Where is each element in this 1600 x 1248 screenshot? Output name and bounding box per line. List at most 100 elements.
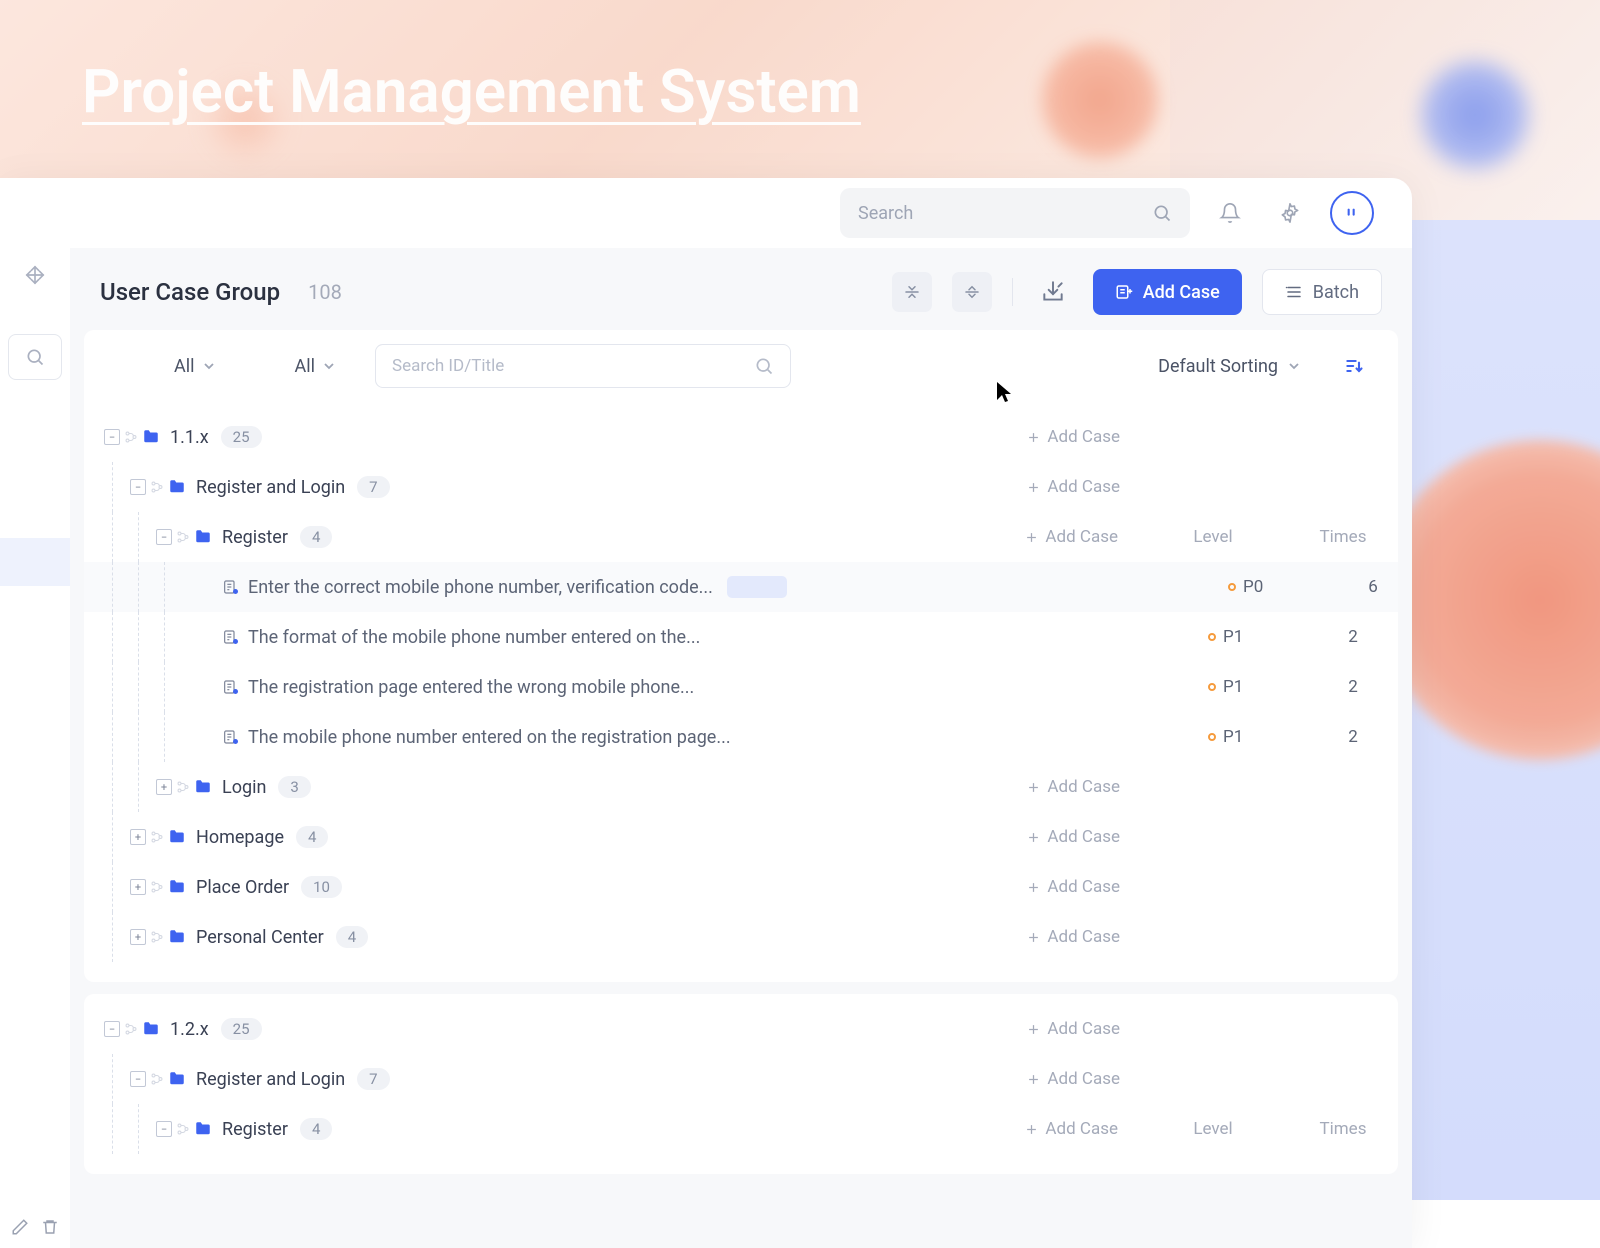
- chevron-down-icon: [323, 360, 335, 372]
- collapse-all-button[interactable]: [892, 272, 932, 312]
- collapse-icon[interactable]: −: [104, 429, 120, 445]
- add-case-link[interactable]: Add Case: [1026, 1069, 1120, 1089]
- branch-icon: [124, 430, 138, 444]
- folder-icon: [142, 428, 160, 446]
- case-title: The format of the mobile phone number en…: [248, 627, 700, 648]
- highlight-tag: [727, 576, 787, 598]
- case-title: The mobile phone number entered on the r…: [248, 727, 731, 748]
- folder-row[interactable]: −1.1.x25Add Case: [104, 412, 1378, 462]
- batch-button[interactable]: Batch: [1262, 269, 1382, 315]
- filter-dropdown-2[interactable]: All: [255, 356, 336, 377]
- add-case-button[interactable]: Add Case: [1093, 269, 1242, 315]
- folder-row[interactable]: + Homepage 4 Add Case: [104, 812, 1378, 862]
- notifications-button[interactable]: [1210, 193, 1250, 233]
- branch-icon: [150, 930, 164, 944]
- settings-button[interactable]: [1270, 193, 1310, 233]
- add-case-link[interactable]: Add Case: [1024, 1119, 1118, 1139]
- page-count: 108: [308, 280, 342, 304]
- folder-row[interactable]: +Place Order10Add Case: [104, 862, 1378, 912]
- add-case-link[interactable]: Add Case: [1026, 477, 1120, 497]
- add-case-link[interactable]: Add Case: [1026, 777, 1120, 797]
- case-row[interactable]: The format of the mobile phone number en…: [104, 612, 1378, 662]
- filter-dropdown-1[interactable]: All: [114, 356, 215, 377]
- collapse-icon[interactable]: −: [130, 1071, 146, 1087]
- folder-icon: [168, 478, 186, 496]
- batch-icon: [1285, 283, 1303, 301]
- branch-icon: [176, 780, 190, 794]
- case-times: 2: [1328, 677, 1378, 697]
- folder-label: Homepage: [196, 827, 284, 848]
- add-case-link[interactable]: Add Case: [1026, 827, 1120, 847]
- folder-icon: [194, 778, 212, 796]
- gutter-search-button[interactable]: [8, 334, 62, 380]
- case-times: 6: [1348, 577, 1398, 597]
- expand-icon[interactable]: +: [130, 829, 146, 845]
- drag-handle-icon[interactable]: [16, 256, 54, 294]
- collapse-icon[interactable]: −: [130, 479, 146, 495]
- expand-icon[interactable]: +: [130, 929, 146, 945]
- folder-icon: [168, 828, 186, 846]
- count-badge: 4: [300, 1118, 332, 1140]
- gutter-selection-indicator: [0, 538, 70, 586]
- folder-row[interactable]: −Register4Add CaseLevelTimes: [104, 512, 1378, 562]
- add-case-link[interactable]: Add Case: [1024, 527, 1118, 547]
- global-search[interactable]: [840, 188, 1190, 238]
- edit-icon[interactable]: [11, 1218, 29, 1236]
- add-case-link[interactable]: Add Case: [1026, 1019, 1120, 1039]
- folder-label: 1.2.x: [170, 1019, 209, 1040]
- branch-icon: [150, 480, 164, 494]
- expand-all-button[interactable]: [952, 272, 992, 312]
- case-title: Enter the correct mobile phone number, v…: [248, 577, 713, 598]
- expand-icon[interactable]: +: [130, 879, 146, 895]
- add-case-link[interactable]: Add Case: [1026, 927, 1120, 947]
- app-window: User Case Group 108 Add Case Batch: [0, 178, 1412, 1248]
- branch-icon: [150, 830, 164, 844]
- case-times: 2: [1328, 627, 1378, 647]
- sort-dropdown[interactable]: Default Sorting: [1158, 356, 1300, 377]
- folder-icon: [168, 878, 186, 896]
- times-header: Times: [1308, 527, 1378, 547]
- avatar[interactable]: [1330, 191, 1374, 235]
- search-icon: [1152, 203, 1172, 223]
- collapse-icon[interactable]: −: [156, 1121, 172, 1137]
- import-export-button[interactable]: [1033, 272, 1073, 312]
- folder-row[interactable]: − 1.2.x 25 Add Case: [104, 1004, 1378, 1054]
- branch-icon: [176, 530, 190, 544]
- folder-row[interactable]: −Register and Login7Add Case: [104, 1054, 1378, 1104]
- folder-row[interactable]: +Personal Center4Add Case: [104, 912, 1378, 962]
- expand-icon[interactable]: +: [156, 779, 172, 795]
- branch-icon: [150, 880, 164, 894]
- folder-row[interactable]: −Register4Add CaseLevelTimes: [104, 1104, 1378, 1154]
- collapse-icon[interactable]: −: [156, 529, 172, 545]
- count-badge: 25: [221, 1018, 262, 1040]
- level-header: Level: [1178, 527, 1248, 547]
- left-gutter: [0, 248, 70, 1248]
- branch-icon: [124, 1022, 138, 1036]
- filter-search[interactable]: [375, 344, 791, 388]
- folder-label: Login: [222, 777, 266, 798]
- folder-label: Place Order: [196, 877, 289, 898]
- count-badge: 4: [300, 526, 332, 548]
- add-case-link[interactable]: Add Case: [1026, 877, 1120, 897]
- folder-icon: [194, 1120, 212, 1138]
- folder-row[interactable]: +Login3Add Case: [104, 762, 1378, 812]
- folder-row[interactable]: −Register and Login7Add Case: [104, 462, 1378, 512]
- collapse-icon[interactable]: −: [104, 1021, 120, 1037]
- global-search-input[interactable]: [858, 203, 1152, 224]
- filter-search-input[interactable]: [392, 356, 754, 376]
- folder-label: Register and Login: [196, 477, 345, 498]
- case-row[interactable]: Enter the correct mobile phone number, v…: [84, 562, 1398, 612]
- level-dot-icon: [1208, 733, 1216, 741]
- trash-icon[interactable]: [41, 1218, 59, 1236]
- case-icon: [222, 629, 238, 645]
- case-icon: [222, 679, 238, 695]
- sort-direction-button[interactable]: [1340, 352, 1368, 380]
- case-row[interactable]: The mobile phone number entered on the r…: [104, 712, 1378, 762]
- branch-icon: [150, 1072, 164, 1086]
- case-level: P1: [1208, 727, 1268, 747]
- case-level: P0: [1228, 577, 1288, 597]
- case-row[interactable]: The registration page entered the wrong …: [104, 662, 1378, 712]
- add-case-link[interactable]: Add Case: [1026, 427, 1120, 447]
- case-level: P1: [1208, 677, 1268, 697]
- count-badge: 4: [296, 826, 328, 848]
